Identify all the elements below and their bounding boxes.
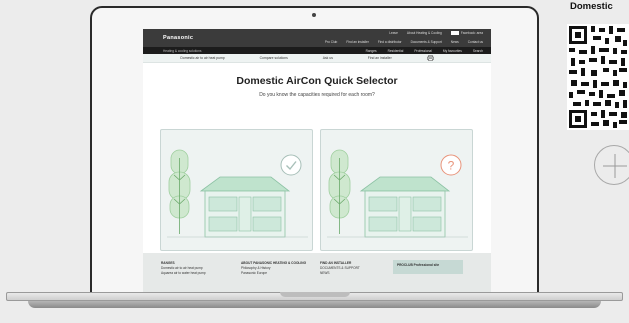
house-icon <box>199 176 291 238</box>
page-subtitle: Do you know the capacities required for … <box>259 92 375 98</box>
footer-link[interactable]: NEWS <box>320 271 360 276</box>
util-top-link[interactable]: Leave <box>389 31 398 35</box>
tab-installer[interactable]: Find an installer <box>368 56 392 60</box>
tab-ask[interactable]: Ask us <box>323 56 333 60</box>
nav-item-favourites[interactable]: My favourites <box>443 49 462 53</box>
footer-col-installer: FIND AN INSTALLER DOCUMENTS & SUPPORT NE… <box>320 261 360 276</box>
footer-link[interactable]: Panasonic Europe <box>241 271 321 276</box>
tab-domestic[interactable]: Domestic air to air heat pump <box>180 56 224 60</box>
util-link-news[interactable]: News <box>451 40 459 44</box>
footer-col-ranges: RANGES Domestic air to air heat pump Aqu… <box>161 261 206 276</box>
page-title: Domestic AirCon Quick Selector <box>236 75 398 87</box>
main-nav: Heating & cooling solutions Ranges Resid… <box>143 47 491 54</box>
base-bottom <box>28 301 601 308</box>
house-illustration: ? <box>327 149 468 238</box>
camera-dot <box>312 13 316 17</box>
tree-icon <box>328 149 351 234</box>
footer-col-about: ABOUT PANASONIC HEATING & COOLING Philos… <box>241 261 321 276</box>
qr-code <box>567 24 629 130</box>
panasonic-logo[interactable]: Panasonic <box>163 35 193 41</box>
option-card-known[interactable] <box>160 129 313 251</box>
footer-link[interactable]: Aquarea air to water heat pump <box>161 271 206 276</box>
util-top-link[interactable]: Facebook: area <box>450 31 483 36</box>
proclub-box[interactable]: PROCLUB Professional site <box>393 260 463 274</box>
tab-compare[interactable]: Compare solutions <box>260 56 288 60</box>
base-notch <box>280 292 350 297</box>
util-link-contact[interactable]: Contact us <box>468 40 483 44</box>
print-icon[interactable] <box>426 54 434 62</box>
nav-breadcrumb[interactable]: Heating & cooling solutions <box>163 49 201 53</box>
util-top-link[interactable]: About Heating & Cooling <box>407 31 442 35</box>
util-link-installer[interactable]: Find an installer <box>346 40 369 44</box>
house-illustration <box>167 149 308 238</box>
house-icon <box>359 176 451 238</box>
question-icon: ? <box>440 154 462 176</box>
util-top-links: Leave About Heating & Cooling Facebook: … <box>389 31 483 36</box>
util-links: Pro Club Find an installer Find a distri… <box>325 40 483 44</box>
nav-item-ranges[interactable]: Ranges <box>366 49 377 53</box>
nav-items: Ranges Residential Professional My favou… <box>366 49 483 53</box>
laptop-base <box>0 292 629 312</box>
check-icon <box>280 154 302 176</box>
laptop-screen: Panasonic Leave About Heating & Cooling … <box>143 29 491 296</box>
util-link-documents[interactable]: Documents & Support <box>411 40 442 44</box>
flag-icon <box>450 31 459 36</box>
tree-icon <box>168 149 191 234</box>
nav-item-residential[interactable]: Residential <box>388 49 404 53</box>
util-link-distributor[interactable]: Find a distributor <box>378 40 402 44</box>
util-bar: Panasonic Leave About Heating & Cooling … <box>143 29 491 47</box>
util-link-proclub[interactable]: Pro Club <box>325 40 337 44</box>
side-title: Domestic <box>570 1 613 12</box>
site-footer: RANGES Domestic air to air heat pump Aqu… <box>143 253 491 296</box>
nav-item-professional[interactable]: Professional <box>414 49 432 53</box>
option-card-unknown[interactable]: ? <box>320 129 473 251</box>
svg-text:?: ? <box>448 159 455 173</box>
stage: Panasonic Leave About Heating & Cooling … <box>0 0 629 323</box>
plus-icon[interactable] <box>594 145 629 185</box>
sub-tabs: Domestic air to air heat pump Compare so… <box>143 54 491 63</box>
nav-item-search[interactable]: Search <box>473 49 483 53</box>
